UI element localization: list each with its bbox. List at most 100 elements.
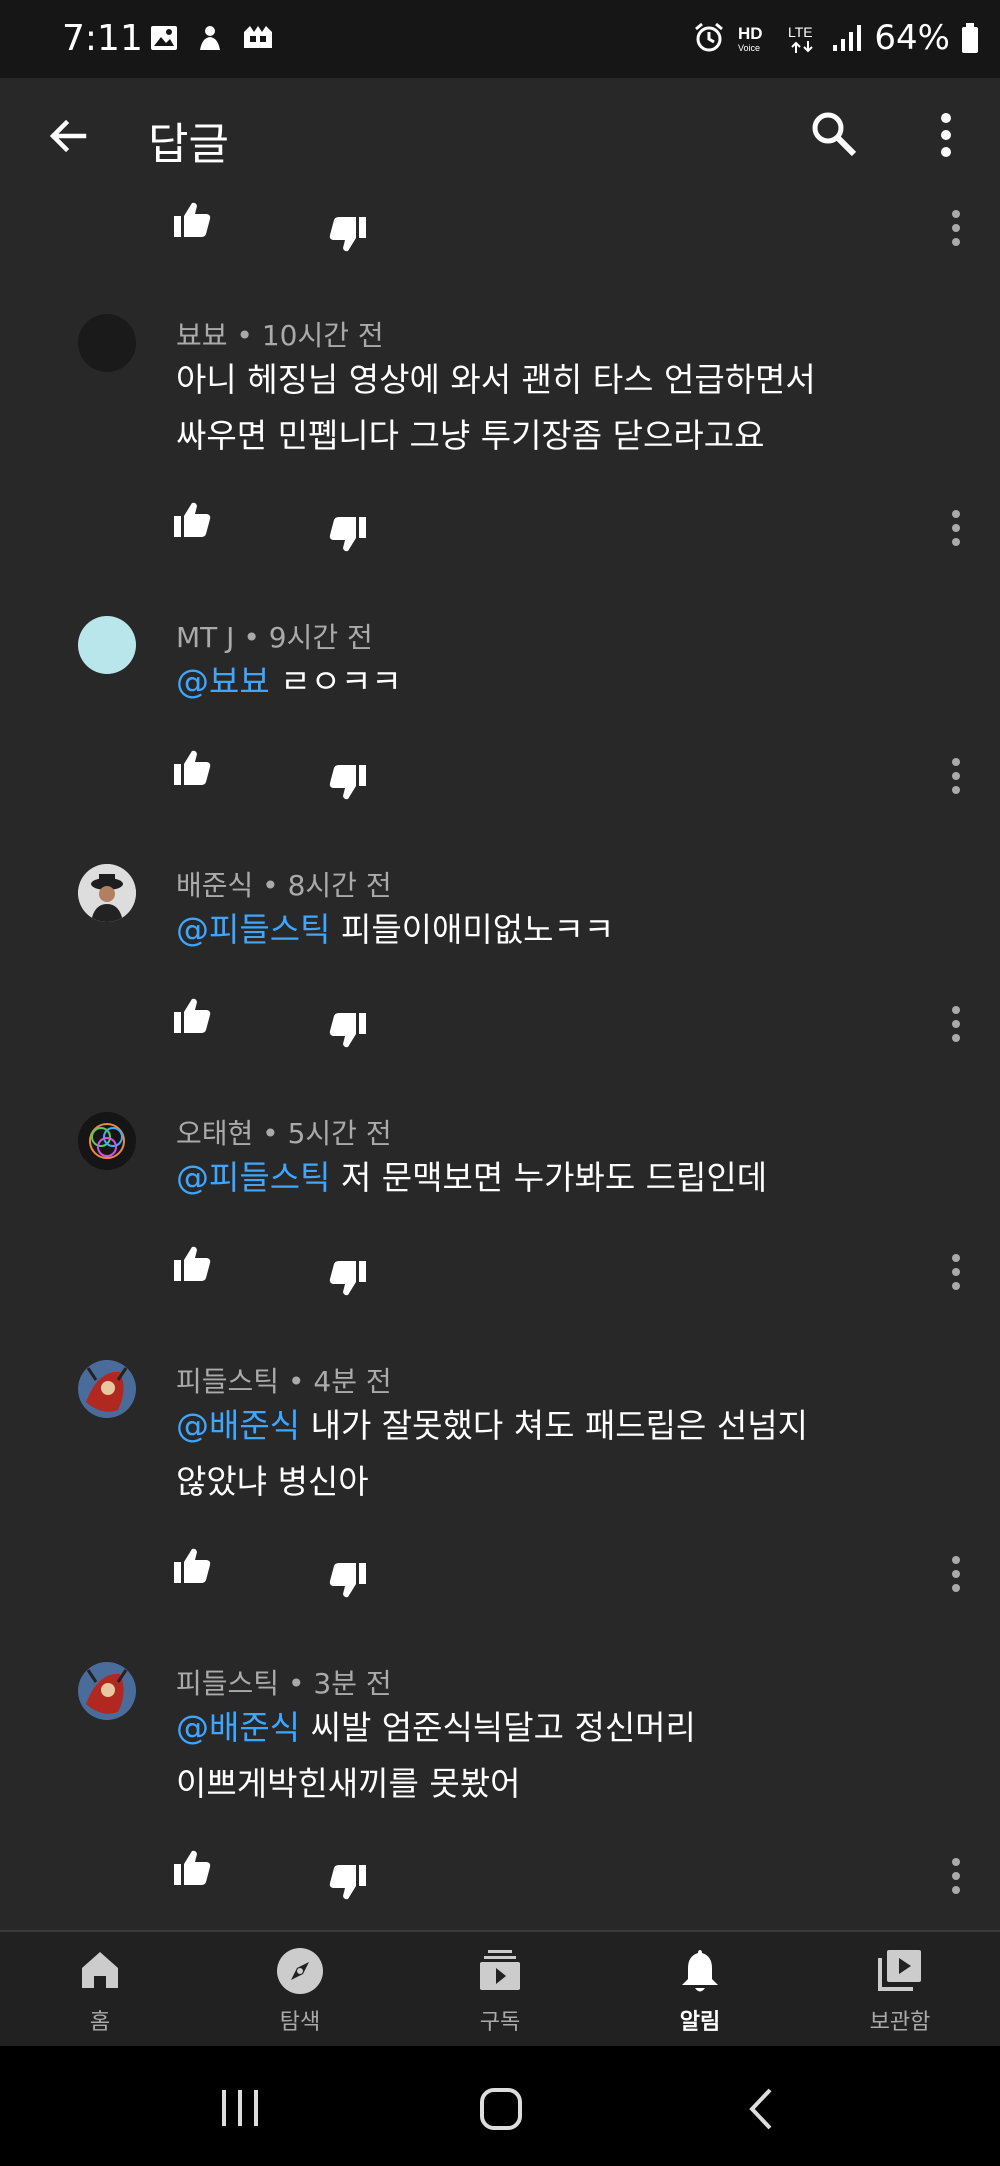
more-options-icon[interactable]: [930, 112, 962, 158]
like-icon[interactable]: [172, 1848, 212, 1888]
comment-text: @배준식 씨발 엄준식늭달고 정신머리 이쁘게박힌새끼를 못봤어: [176, 1700, 896, 1812]
back-arrow-icon[interactable]: [44, 112, 92, 160]
comment-meta: 오태현 • 5시간 전: [176, 1117, 392, 1150]
comment-text-line: 씨발 엄준식늭달고 정신머리: [310, 1708, 696, 1747]
system-back-icon[interactable]: [744, 2086, 780, 2132]
comment-time: 5시간 전: [287, 1117, 392, 1150]
home-button-icon[interactable]: [478, 2086, 524, 2132]
comment-time: 8시간 전: [287, 869, 392, 902]
replies-list[interactable]: 뵤뵤 • 10시간 전 아니 헤징님 영상에 와서 괜히 타스 언급하면서 싸우…: [0, 194, 1000, 1930]
comment-menu-icon[interactable]: [948, 1554, 964, 1594]
nav-notifications[interactable]: 알림: [600, 1932, 800, 2048]
comment-text: @피들스틱 저 문맥보면 누가봐도 드립인데: [176, 1150, 896, 1206]
comment-meta: 배준식 • 8시간 전: [176, 869, 392, 902]
mention-link[interactable]: @배준식: [176, 1406, 300, 1445]
explore-icon: [277, 1948, 323, 1994]
comment-text: @피들스틱 피들이애미없노ㅋㅋ: [176, 902, 896, 958]
library-icon: [878, 1950, 921, 1991]
search-icon[interactable]: [808, 108, 860, 160]
comment-text-line: 아니 헤징님 영상에 와서 괜히 타스 언급하면서: [176, 360, 816, 399]
comment-author[interactable]: 뵤뵤: [176, 319, 228, 352]
page-title: 답글: [148, 119, 229, 170]
battery-percent: 64%: [874, 18, 950, 58]
comment-menu-icon[interactable]: [948, 508, 964, 548]
comment-actions: [0, 1546, 1000, 1606]
comment-text-line: 이쁘게박힌새끼를 못봤어: [176, 1764, 521, 1803]
comment-meta: 뵤뵤 • 10시간 전: [176, 319, 384, 352]
comment-menu-icon[interactable]: [948, 1252, 964, 1292]
comment-author[interactable]: 피들스틱: [176, 1365, 279, 1398]
dislike-icon[interactable]: [328, 762, 368, 802]
avatar-image: [78, 864, 136, 922]
app-bar: 답글: [0, 78, 1000, 194]
dislike-icon[interactable]: [328, 514, 368, 554]
comment-author[interactable]: 피들스틱: [176, 1667, 279, 1700]
comment-actions: [0, 500, 1000, 560]
avatar[interactable]: [78, 314, 136, 372]
comment-time: 9시간 전: [268, 621, 373, 654]
avatar[interactable]: [78, 616, 136, 674]
nav-label: 홈: [89, 2010, 111, 2035]
dislike-icon[interactable]: [328, 1258, 368, 1298]
comment-actions: [0, 1848, 1000, 1908]
comment-author[interactable]: MT J: [176, 621, 234, 654]
mention-link[interactable]: @뵤뵤: [176, 662, 270, 701]
comment-actions: [0, 996, 1000, 1056]
like-icon[interactable]: [172, 500, 212, 540]
nav-library[interactable]: 보관함: [800, 1932, 1000, 2048]
game-notification-icon: [244, 26, 272, 48]
comment-time: 4분 전: [313, 1365, 392, 1398]
comment-meta: 피들스틱 • 4분 전: [176, 1365, 392, 1398]
comment-menu-icon[interactable]: [948, 1004, 964, 1044]
battery-icon: [962, 23, 978, 53]
signal-icon: [833, 25, 862, 51]
alarm-icon: [695, 22, 724, 52]
nav-label: 탐색: [279, 2010, 321, 2035]
comment-menu-icon[interactable]: [948, 1856, 964, 1896]
nav-subscriptions[interactable]: 구독: [400, 1932, 600, 2048]
system-navigation-bar: [0, 2046, 1000, 2166]
avatar[interactable]: [78, 864, 136, 922]
comment-text-line: 않았냐 병신아: [176, 1462, 369, 1501]
avatar-image: [78, 1112, 136, 1170]
comment-text-line: 싸우면 민폡니다 그냥 투기장좀 닫으라고요: [176, 416, 765, 455]
lte-icon: LTE: [788, 24, 814, 53]
avatar[interactable]: [78, 1360, 136, 1418]
comment-author[interactable]: 오태현: [176, 1117, 253, 1150]
like-icon[interactable]: [172, 200, 212, 240]
nav-home[interactable]: 홈: [0, 1932, 200, 2048]
avatar[interactable]: [78, 1662, 136, 1720]
comment-text-line: 피들이애미없노ㅋㅋ: [340, 910, 615, 949]
dislike-icon[interactable]: [328, 1010, 368, 1050]
gallery-notification-icon: [151, 26, 177, 50]
comment-menu-icon[interactable]: [948, 208, 964, 248]
comment-meta: 피들스틱 • 3분 전: [176, 1667, 392, 1700]
svg-text:Voice: Voice: [738, 43, 760, 53]
mention-link[interactable]: @피들스틱: [176, 910, 330, 949]
nav-label: 보관함: [869, 2010, 931, 2035]
comment-time: 10시간 전: [261, 319, 384, 352]
bottom-navigation: 홈 탐색 구독 알림 보관함: [0, 1930, 1000, 2046]
avatar-image: [78, 1662, 136, 1720]
comment-text-line: 저 문맥보면 누가봐도 드립인데: [340, 1158, 768, 1197]
comment-time: 3분 전: [313, 1667, 392, 1700]
like-icon[interactable]: [172, 996, 212, 1036]
comment-text-line: ㄹㅇㅋㅋ: [280, 662, 402, 701]
comment-author[interactable]: 배준식: [176, 869, 253, 902]
like-icon[interactable]: [172, 1244, 212, 1284]
mention-link[interactable]: @배준식: [176, 1708, 300, 1747]
like-icon[interactable]: [172, 1546, 212, 1586]
avatar[interactable]: [78, 1112, 136, 1170]
mention-link[interactable]: @피들스틱: [176, 1158, 330, 1197]
nav-explore[interactable]: 탐색: [200, 1932, 400, 2048]
subscriptions-icon: [480, 1950, 520, 1990]
comment-menu-icon[interactable]: [948, 756, 964, 796]
dislike-icon[interactable]: [328, 1862, 368, 1902]
recent-apps-icon[interactable]: [218, 2086, 262, 2130]
comment-text: 아니 헤징님 영상에 와서 괜히 타스 언급하면서 싸우면 민폡니다 그냥 투기…: [176, 352, 896, 464]
like-icon[interactable]: [172, 748, 212, 788]
dislike-icon[interactable]: [328, 214, 368, 254]
home-icon: [82, 1952, 118, 1988]
dislike-icon[interactable]: [328, 1560, 368, 1600]
comment-actions: [0, 200, 1000, 260]
